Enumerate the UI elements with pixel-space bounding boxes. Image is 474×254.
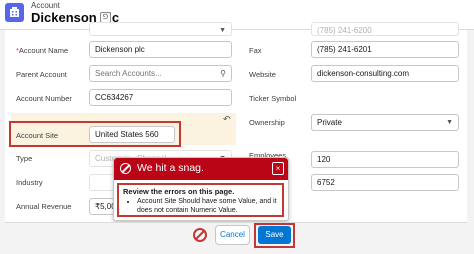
search-icon: ⚲ bbox=[220, 69, 226, 78]
save-button[interactable]: Save bbox=[258, 226, 291, 244]
fax-field[interactable]: (785) 241-6201 bbox=[311, 41, 459, 58]
employees-field[interactable]: 120 bbox=[311, 151, 459, 168]
error-title: We hit a snag. bbox=[137, 162, 204, 174]
website-label: Website bbox=[249, 70, 276, 79]
phone-field-partial[interactable]: (785) 241-6200 bbox=[311, 22, 459, 36]
account-number-field[interactable]: CC634267 bbox=[89, 89, 232, 106]
parent-account-lookup[interactable]: Search Accounts... ⚲ bbox=[89, 65, 232, 82]
annual-revenue-label: Annual Revenue bbox=[16, 202, 72, 211]
parent-account-label: Parent Account bbox=[16, 70, 67, 79]
ownership-value: Private bbox=[317, 118, 342, 127]
account-number-label: Account Number bbox=[16, 94, 72, 103]
account-name-label: *Account Name bbox=[16, 46, 69, 55]
error-popover: We hit a snag. × Review the errors on th… bbox=[113, 157, 289, 221]
ticker-symbol-label: Ticker Symbol bbox=[249, 94, 297, 103]
error-popover-header: We hit a snag. × bbox=[114, 158, 288, 180]
chevron-down-icon: ▼ bbox=[446, 119, 453, 126]
error-message: Account Site Should have some Value, and… bbox=[137, 197, 278, 215]
parent-account-placeholder: Search Accounts... bbox=[95, 69, 162, 78]
website-field[interactable]: dickenson-consulting.com bbox=[311, 65, 459, 82]
error-body: Review the errors on this page. Account … bbox=[117, 183, 284, 217]
error-icon bbox=[120, 163, 131, 174]
fax-label: Fax bbox=[249, 46, 262, 55]
account-site-label: Account Site bbox=[16, 131, 59, 140]
ownership-label: Ownership bbox=[249, 118, 285, 127]
undo-icon[interactable]: ↶ bbox=[223, 114, 231, 125]
account-site-field[interactable]: United States 560 bbox=[89, 126, 175, 143]
ownership-select[interactable]: Private ▼ bbox=[311, 114, 459, 131]
rating-select-partial[interactable]: ▼ bbox=[89, 22, 232, 36]
error-subtitle: Review the errors on this page. bbox=[123, 187, 235, 196]
account-name-field[interactable]: Dickenson plc bbox=[89, 41, 232, 58]
account-object-icon bbox=[5, 3, 24, 22]
cancel-button[interactable]: Cancel bbox=[215, 225, 250, 245]
close-icon[interactable]: × bbox=[272, 162, 284, 175]
object-type-label: Account bbox=[31, 1, 60, 10]
sic-code-field[interactable]: 6752 bbox=[311, 174, 459, 191]
error-toggle-icon[interactable] bbox=[193, 228, 207, 242]
error-list: Account Site Should have some Value, and… bbox=[137, 197, 278, 215]
industry-label: Industry bbox=[16, 178, 43, 187]
type-label: Type bbox=[16, 154, 33, 163]
